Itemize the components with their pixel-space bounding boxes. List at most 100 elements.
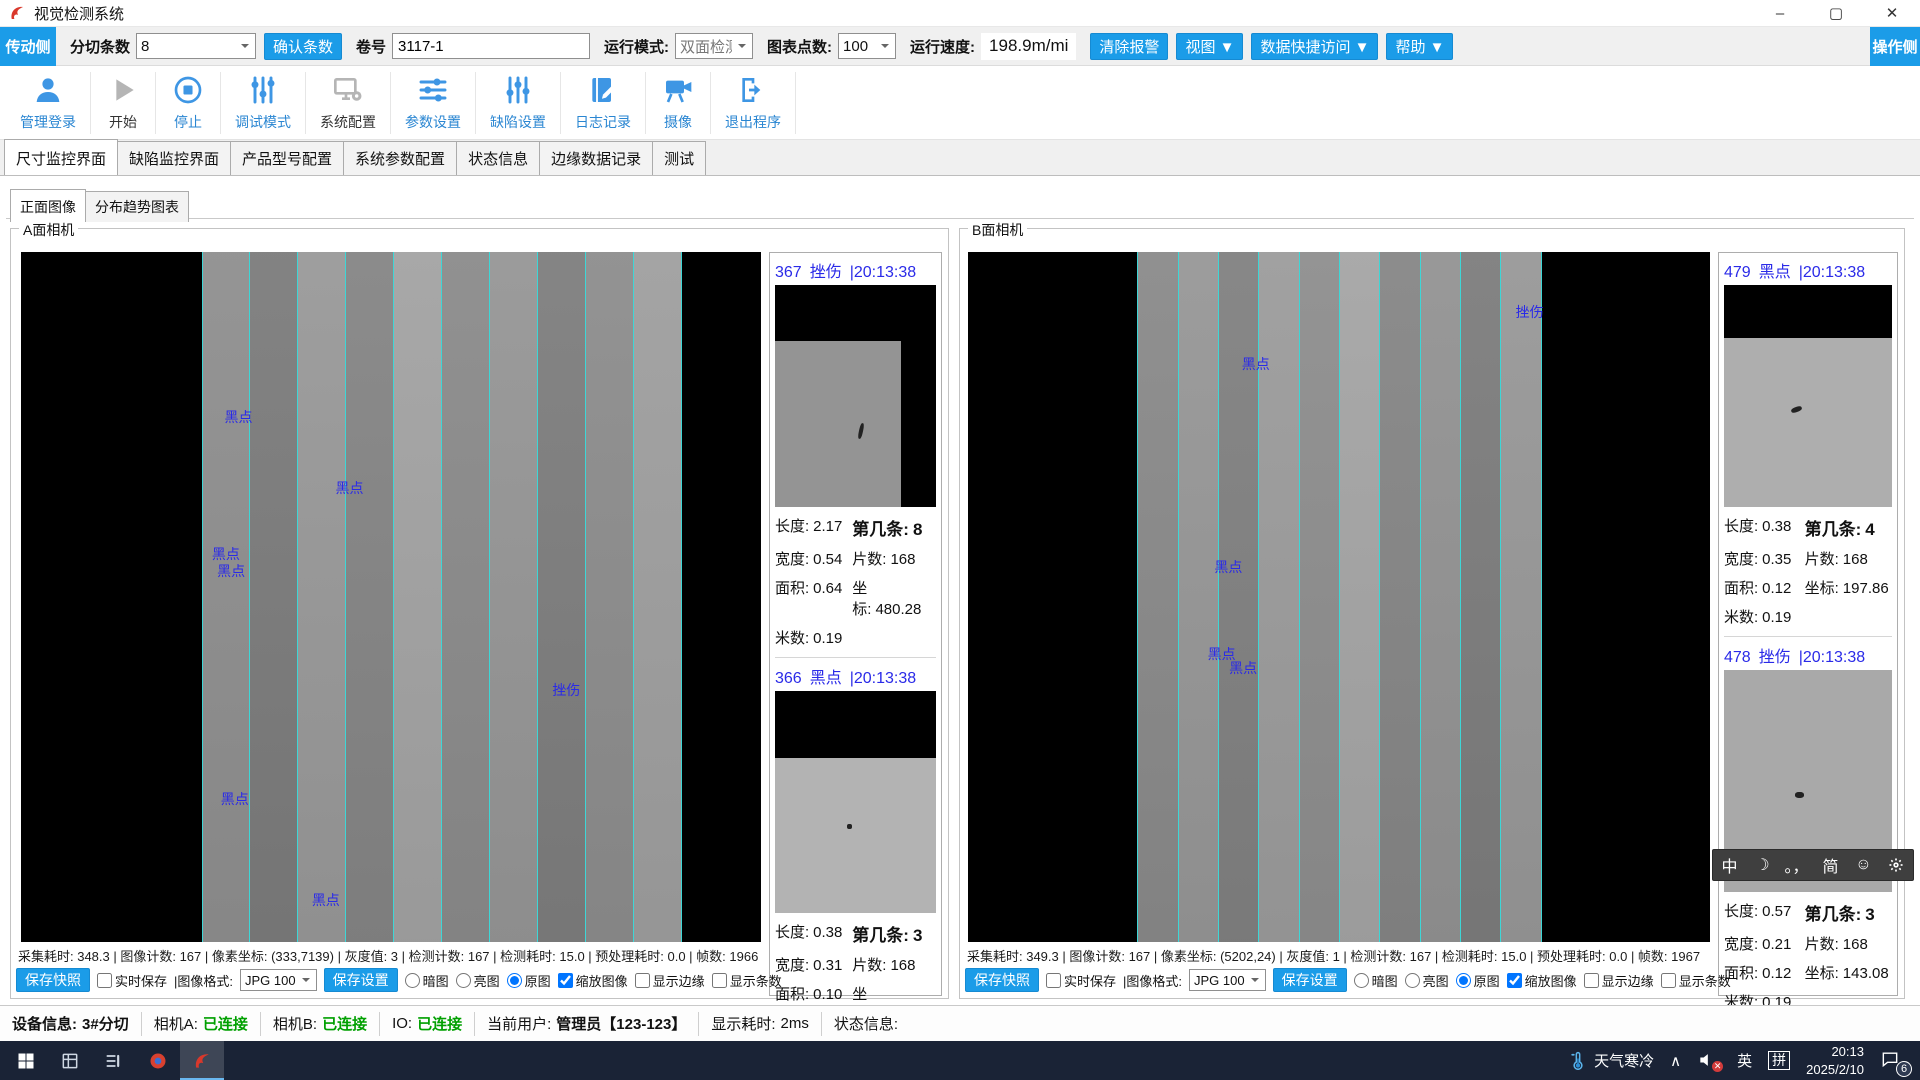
operation-side-button[interactable]: 操作侧 [1870, 27, 1920, 66]
checkbox[interactable] [97, 973, 112, 988]
main-tab-1[interactable]: 缺陷监控界面 [117, 141, 231, 175]
toolbar-sliders-h-button[interactable]: 参数设置 [391, 72, 476, 134]
main-tab-0[interactable]: 尺寸监控界面 [4, 139, 118, 175]
stat-label: 片数: [852, 957, 886, 974]
radio[interactable] [1456, 973, 1471, 988]
zoom-image-checkbox[interactable]: 缩放图像 [1507, 971, 1577, 990]
dark-image-radio[interactable]: 暗图 [1354, 971, 1398, 990]
toolbar-stop-button[interactable]: 停止 [156, 72, 221, 134]
save-snapshot-button[interactable]: 保存快照 [965, 968, 1039, 992]
checkbox[interactable] [1046, 973, 1061, 988]
sub-tab-0[interactable]: 正面图像 [10, 189, 86, 222]
bright-image-radio[interactable]: 亮图 [1405, 971, 1449, 990]
defect-item[interactable]: 367挫伤|20:13:38 长度:2.17第几条:8宽度:0.54片数:168… [775, 258, 936, 648]
image-format-select[interactable]: JPG 100 [240, 969, 317, 991]
chart-points-select[interactable]: 100 [838, 33, 896, 59]
checkbox[interactable] [558, 973, 573, 988]
radio[interactable] [405, 973, 420, 988]
save-snapshot-button[interactable]: 保存快照 [16, 968, 90, 992]
toolbar-play-button[interactable]: 开始 [91, 72, 156, 134]
image-format-label: |图像格式: [1123, 971, 1182, 990]
checkbox[interactable] [1661, 973, 1676, 988]
stat-label: 坐标: [1805, 965, 1839, 982]
maximize-button[interactable]: ▢ [1808, 0, 1864, 26]
ime-settings-gear-icon[interactable] [1885, 857, 1907, 873]
checkbox[interactable] [635, 973, 650, 988]
toolbar-user-button[interactable]: 管理登录 [6, 72, 91, 134]
stat-value: 0.31 [813, 957, 842, 974]
defect-stat: 坐标:480.28 [852, 577, 936, 619]
save-settings-button[interactable]: 保存设置 [1273, 968, 1347, 992]
language-indicator[interactable]: 英 [1737, 1050, 1752, 1071]
radio[interactable] [1405, 973, 1420, 988]
weather-widget[interactable]: 天气寒冷 [1568, 1050, 1654, 1071]
toolbar-sliders-v2-button[interactable]: 缺陷设置 [476, 72, 561, 134]
realtime-save-checkbox[interactable]: 实时保存 [1046, 971, 1116, 990]
transmission-side-button[interactable]: 传动侧 [0, 27, 56, 66]
user-value: 管理员【123-123】 [556, 1013, 686, 1034]
save-settings-button[interactable]: 保存设置 [324, 968, 398, 992]
show-edges-checkbox[interactable]: 显示边缘 [635, 971, 705, 990]
ime-lang-chinese[interactable]: 中 [1718, 853, 1740, 877]
material-strip [633, 252, 682, 942]
roll-number-input[interactable] [392, 33, 590, 59]
toolbar-camera-button[interactable]: 摄像 [646, 72, 711, 134]
taskbar-task-grid-icon[interactable] [48, 1041, 92, 1080]
main-tab-4[interactable]: 状态信息 [456, 141, 540, 175]
show-edges-checkbox[interactable]: 显示边缘 [1584, 971, 1654, 990]
sub-tab-1[interactable]: 分布趋势图表 [85, 191, 189, 222]
defect-item[interactable]: 478挫伤|20:13:38 长度:0.57第几条:3宽度:0.21片数:168… [1724, 636, 1892, 1012]
material-strip [1379, 252, 1419, 942]
taskbar-windows-start-icon[interactable] [4, 1041, 48, 1080]
toolbar-log-book-button[interactable]: 日志记录 [561, 72, 646, 134]
main-tab-3[interactable]: 系统参数配置 [343, 141, 457, 175]
toolbar-exit-button[interactable]: 退出程序 [711, 72, 796, 134]
clear-alarm-button[interactable]: 清除报警 [1090, 33, 1168, 60]
realtime-save-checkbox[interactable]: 实时保存 [97, 971, 167, 990]
taskbar-clock[interactable]: 20:13 2025/2/10 [1806, 1043, 1864, 1078]
show-strips-checkbox[interactable]: 显示条数 [712, 971, 782, 990]
data-quick-access-menu-button[interactable]: 数据快捷访问 ▼ [1251, 33, 1378, 60]
defect-id: 367 [775, 264, 802, 281]
toolbar-monitor-gear-button[interactable]: 系统配置 [306, 72, 391, 134]
ime-emoji-icon[interactable]: ☺ [1852, 856, 1874, 874]
checkbox[interactable] [1584, 973, 1599, 988]
ime-punctuation[interactable]: 。， [1784, 853, 1808, 877]
defect-stats: 长度:0.57第几条:3宽度:0.21片数:168面积:0.12坐标:143.0… [1724, 900, 1892, 1012]
hidden-icons-chevron[interactable]: ∧ [1670, 1052, 1681, 1070]
minimize-button[interactable]: – [1752, 0, 1808, 26]
main-tab-5[interactable]: 边缘数据记录 [539, 141, 653, 175]
taskbar-task-list-icon[interactable] [92, 1041, 136, 1080]
checkbox[interactable] [712, 973, 727, 988]
dark-image-radio[interactable]: 暗图 [405, 971, 449, 990]
radio[interactable] [507, 973, 522, 988]
ime-width-mode-icon[interactable]: ☽ [1751, 855, 1773, 875]
run-mode-select[interactable]: 双面检测 [675, 33, 753, 59]
bright-image-radio[interactable]: 亮图 [456, 971, 500, 990]
defect-item[interactable]: 366黑点|20:13:38 长度:0.38第几条:3宽度:0.31片数:168… [775, 657, 936, 1054]
slit-count-select[interactable]: 8 [136, 33, 256, 59]
defect-item[interactable]: 479黑点|20:13:38 长度:0.38第几条:4宽度:0.35片数:168… [1724, 258, 1892, 627]
main-tab-2[interactable]: 产品型号配置 [230, 141, 344, 175]
image-format-select[interactable]: JPG 100 [1189, 969, 1266, 991]
main-tab-6[interactable]: 测试 [652, 141, 706, 175]
original-image-radio[interactable]: 原图 [1456, 971, 1500, 990]
action-center-icon[interactable]: 6 [1880, 1049, 1906, 1073]
ime-indicator[interactable]: 拼 [1768, 1051, 1790, 1070]
radio[interactable] [1354, 973, 1369, 988]
ime-simplified[interactable]: 简 [1819, 853, 1841, 877]
original-image-radio[interactable]: 原图 [507, 971, 551, 990]
toolbar-sliders-v-button[interactable]: 调试模式 [221, 72, 306, 134]
confirm-count-button[interactable]: 确认条数 [264, 33, 342, 60]
taskbar-vision-app-icon[interactable] [180, 1041, 224, 1080]
close-button[interactable]: ✕ [1864, 0, 1920, 26]
view-menu-button[interactable]: 视图 ▼ [1176, 33, 1243, 60]
taskbar-red-app-icon[interactable] [136, 1041, 180, 1080]
zoom-image-checkbox[interactable]: 缩放图像 [558, 971, 628, 990]
status-info-label: 状态信息: [834, 1013, 898, 1034]
show-strips-checkbox[interactable]: 显示条数 [1661, 971, 1731, 990]
radio[interactable] [456, 973, 471, 988]
speaker-muted-icon[interactable]: ✕ [1697, 1050, 1721, 1072]
checkbox[interactable] [1507, 973, 1522, 988]
help-menu-button[interactable]: 帮助 ▼ [1386, 33, 1453, 60]
